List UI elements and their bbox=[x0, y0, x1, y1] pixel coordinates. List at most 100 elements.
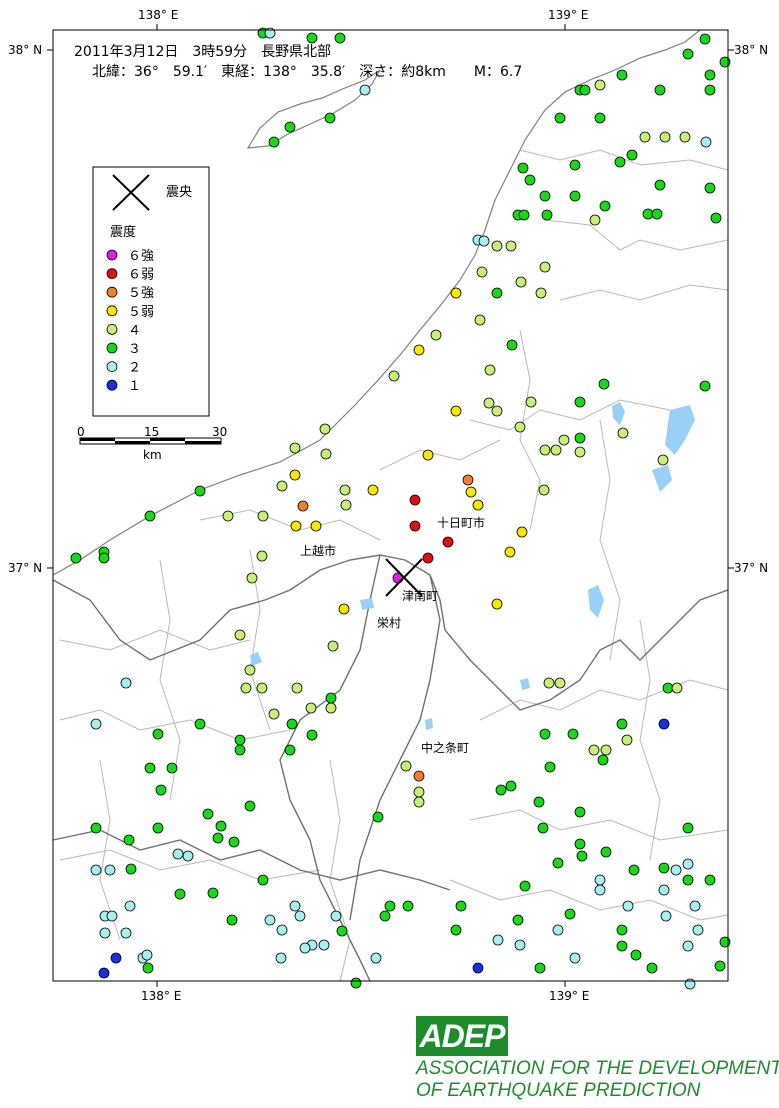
station-marker bbox=[564, 908, 576, 920]
station-marker bbox=[574, 446, 586, 458]
scale-unit: km bbox=[143, 448, 162, 462]
left-lat-label-37: 37° N bbox=[8, 561, 42, 575]
station-marker bbox=[306, 32, 318, 44]
town-label-tsunan: 津南町 bbox=[402, 588, 438, 603]
right-lat-label-38: 38° N bbox=[734, 43, 768, 57]
station-marker bbox=[294, 910, 306, 922]
station-marker bbox=[310, 520, 322, 532]
station-marker bbox=[646, 962, 658, 974]
station-marker bbox=[144, 510, 156, 522]
station-marker bbox=[455, 900, 467, 912]
station-marker bbox=[598, 378, 610, 390]
station-marker bbox=[504, 546, 516, 558]
station-marker bbox=[120, 677, 132, 689]
station-marker bbox=[234, 734, 246, 746]
legend-item-label: ３ bbox=[128, 342, 141, 357]
station-marker bbox=[370, 952, 382, 964]
station-marker bbox=[379, 910, 391, 922]
station-marker bbox=[543, 677, 555, 689]
legend-swatch bbox=[106, 323, 118, 335]
station-marker bbox=[506, 339, 518, 351]
event-coordinates: 北緯：36° 59.1′ 東経：138° 35.8′ 深さ：約8km M：6.7 bbox=[92, 64, 522, 80]
station-marker bbox=[320, 448, 332, 460]
station-marker bbox=[334, 32, 346, 44]
station-marker bbox=[534, 962, 546, 974]
scale-tick-0: 0 bbox=[77, 425, 85, 439]
station-marker bbox=[657, 454, 669, 466]
station-marker bbox=[152, 728, 164, 740]
station-marker bbox=[599, 200, 611, 212]
station-marker bbox=[574, 396, 586, 408]
station-marker bbox=[372, 811, 384, 823]
station-marker bbox=[297, 500, 309, 512]
station-marker bbox=[409, 520, 421, 532]
station-marker bbox=[234, 744, 246, 756]
station-marker bbox=[256, 682, 268, 694]
station-marker bbox=[350, 977, 362, 989]
station-marker bbox=[207, 887, 219, 899]
station-marker bbox=[589, 214, 601, 226]
station-marker bbox=[462, 474, 474, 486]
station-marker bbox=[616, 718, 628, 730]
station-marker bbox=[384, 900, 396, 912]
station-marker bbox=[284, 121, 296, 133]
station-marker bbox=[422, 552, 434, 564]
legend-swatch bbox=[106, 379, 118, 391]
station-marker bbox=[306, 729, 318, 741]
station-marker bbox=[256, 550, 268, 562]
station-marker bbox=[340, 499, 352, 511]
station-marker bbox=[539, 261, 551, 273]
station-marker bbox=[539, 728, 551, 740]
station-marker bbox=[319, 423, 331, 435]
station-marker bbox=[472, 499, 484, 511]
station-marker bbox=[264, 914, 276, 926]
station-marker bbox=[228, 836, 240, 848]
station-marker bbox=[70, 552, 82, 564]
station-marker bbox=[290, 520, 302, 532]
station-marker bbox=[422, 449, 434, 461]
station-marker bbox=[535, 287, 547, 299]
station-marker bbox=[110, 952, 122, 964]
station-marker bbox=[538, 484, 550, 496]
station-marker bbox=[450, 405, 462, 417]
legend-epicenter-label: 震央 bbox=[166, 185, 192, 200]
station-marker bbox=[174, 888, 186, 900]
station-marker bbox=[569, 159, 581, 171]
station-marker bbox=[541, 209, 553, 221]
station-marker bbox=[597, 754, 609, 766]
station-marker bbox=[554, 677, 566, 689]
town-label-nakanojo: 中之条町 bbox=[421, 740, 469, 755]
station-marker bbox=[505, 240, 517, 252]
station-marker bbox=[505, 780, 517, 792]
station-marker bbox=[699, 33, 711, 45]
station-marker bbox=[679, 131, 691, 143]
station-marker bbox=[588, 744, 600, 756]
station-marker bbox=[552, 857, 564, 869]
station-marker bbox=[325, 702, 337, 714]
station-marker bbox=[336, 925, 348, 937]
station-marker bbox=[662, 682, 674, 694]
station-marker bbox=[600, 846, 612, 858]
legend-swatch bbox=[106, 286, 118, 298]
station-marker bbox=[141, 949, 153, 961]
station-marker bbox=[574, 838, 586, 850]
station-marker bbox=[465, 486, 477, 498]
intensity-map: 138° E 139° E 138° E 139° E 38° N 37° N … bbox=[8, 8, 768, 1003]
station-marker bbox=[484, 364, 496, 376]
station-marker bbox=[626, 149, 638, 161]
station-marker bbox=[491, 287, 503, 299]
station-marker bbox=[614, 156, 626, 168]
town-label-joetsu: 上越市 bbox=[300, 543, 336, 558]
station-marker bbox=[246, 572, 258, 584]
station-marker bbox=[166, 762, 178, 774]
station-marker bbox=[98, 967, 110, 979]
station-marker bbox=[339, 484, 351, 496]
station-marker bbox=[514, 421, 526, 433]
station-marker bbox=[658, 862, 670, 874]
station-marker bbox=[338, 603, 350, 615]
station-marker bbox=[124, 900, 136, 912]
station-marker bbox=[472, 962, 484, 974]
station-marker bbox=[518, 209, 530, 221]
station-marker bbox=[142, 962, 154, 974]
station-marker bbox=[660, 910, 672, 922]
